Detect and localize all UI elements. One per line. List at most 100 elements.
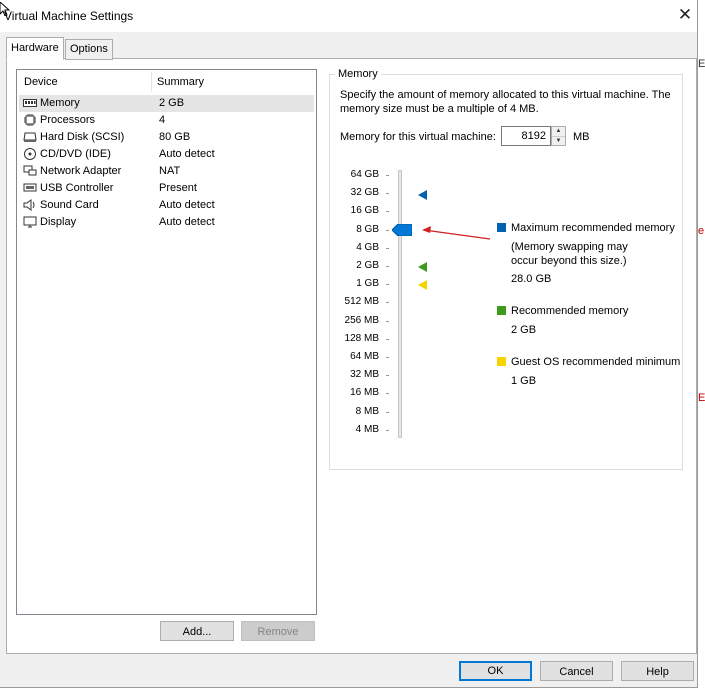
device-list[interactable]: Device Summary Memory 2 GB Processors 4 (16, 69, 317, 615)
guest-minimum-marker-icon (418, 280, 427, 290)
scale-tick-mark (386, 375, 389, 377)
background-window-fragment: E (698, 392, 705, 404)
scale-tick-mark (386, 357, 389, 358)
guest-minimum-swatch (497, 357, 506, 366)
device-name: USB Controller (40, 182, 114, 194)
max-recommended-note-1: (Memory swapping may (511, 241, 628, 253)
scale-tick-mark (386, 338, 389, 340)
device-summary: Present (159, 182, 197, 194)
device-row-display[interactable]: Display Auto detect (19, 214, 314, 231)
close-icon[interactable]: ✕ (674, 3, 696, 27)
scale-tick-label: 32 GB (350, 187, 379, 199)
background-window-fragment: e (698, 225, 705, 237)
scale-tick-mark (386, 393, 389, 395)
device-name: Sound Card (40, 199, 99, 211)
scale-tick-mark (386, 302, 389, 304)
max-recommended-note-2: occur beyond this size.) (511, 255, 627, 267)
scale-tick-label: 256 MB (344, 314, 379, 326)
max-recommended-value: 28.0 GB (511, 273, 552, 285)
device-row-network-adapter[interactable]: Network Adapter NAT (19, 163, 314, 180)
scale-tick-mark (386, 175, 389, 176)
spin-down-icon[interactable]: ▼ (552, 136, 565, 146)
memory-group-title: Memory (335, 68, 381, 80)
help-button[interactable]: Help (621, 661, 694, 681)
sound-card-icon (23, 199, 35, 211)
scale-tick-label: 8 MB (355, 405, 379, 417)
hard-disk-icon (23, 132, 37, 142)
add-device-button[interactable]: Add... (160, 621, 234, 641)
device-row-usb-controller[interactable]: USB Controller Present (19, 180, 314, 197)
device-summary: Auto detect (159, 216, 215, 228)
annotation-arrow-icon (422, 226, 491, 240)
device-column-header[interactable]: Device (24, 76, 58, 88)
device-row-processors[interactable]: Processors 4 (19, 112, 314, 129)
title-bar: Virtual Machine Settings ✕ (0, 0, 697, 32)
tab-hardware[interactable]: Hardware (6, 37, 64, 60)
device-name: Display (40, 216, 77, 228)
cancel-button[interactable]: Cancel (540, 661, 613, 681)
guest-minimum-value: 1 GB (511, 375, 537, 387)
device-summary: Auto detect (159, 199, 215, 211)
recommended-label: Recommended memory (511, 305, 629, 317)
memory-slider-track[interactable] (398, 170, 402, 438)
cd-dvd-icon (24, 148, 36, 160)
device-name: Network Adapter (40, 165, 122, 177)
max-recommended-label: Maximum recommended memory (511, 222, 675, 234)
ok-button[interactable]: OK (459, 661, 532, 681)
scale-tick-label: 128 MB (344, 332, 379, 344)
scale-tick-label: 32 MB (350, 369, 379, 381)
background-window-fragment: E (698, 58, 705, 70)
scale-tick-label: 64 MB (350, 351, 379, 362)
max-recommended-marker-icon (418, 190, 427, 200)
memory-icon (23, 99, 37, 107)
scale-tick-mark (386, 429, 389, 431)
scale-tick-mark (386, 247, 389, 249)
recommended-marker-icon (418, 262, 427, 272)
memory-unit-label: MB (573, 131, 590, 143)
guest-minimum-label: Guest OS recommended minimum (511, 356, 681, 368)
scale-tick-mark (386, 193, 389, 195)
spin-up-icon[interactable]: ▲ (552, 127, 565, 136)
device-row-sound-card[interactable]: Sound Card Auto detect (19, 197, 314, 214)
scale-tick-label: 4 MB (355, 423, 379, 435)
window-title: Virtual Machine Settings (4, 9, 134, 23)
device-row-hard-disk[interactable]: Hard Disk (SCSI) 80 GB (19, 129, 314, 146)
display-icon (23, 216, 37, 228)
max-recommended-swatch (497, 223, 506, 232)
device-name: CD/DVD (IDE) (40, 148, 111, 160)
memory-slider-thumb[interactable] (392, 224, 412, 236)
scale-tick-label: 16 GB (350, 205, 379, 217)
scale-tick-label: 4 GB (356, 241, 379, 253)
device-summary: NAT (159, 165, 181, 177)
scale-tick-mark (386, 284, 389, 286)
device-name: Memory (40, 97, 80, 109)
scale-tick-mark (386, 411, 389, 413)
device-row-memory[interactable]: Memory 2 GB (19, 95, 314, 112)
column-divider (151, 72, 152, 92)
summary-column-header[interactable]: Summary (157, 76, 204, 88)
memory-size-input[interactable]: 8192 (501, 126, 551, 146)
memory-description: Specify the amount of memory allocated t… (340, 89, 671, 115)
device-row-cd-dvd[interactable]: CD/DVD (IDE) Auto detect (19, 146, 314, 163)
processor-icon (24, 114, 36, 126)
scale-tick-label: 64 GB (350, 169, 379, 180)
device-name: Hard Disk (SCSI) (40, 131, 125, 143)
usb-controller-icon (23, 183, 37, 192)
device-summary: 80 GB (159, 131, 191, 143)
scale-tick-mark (386, 211, 389, 213)
scale-tick-label: 8 GB (356, 223, 379, 235)
recommended-value: 2 GB (511, 324, 537, 336)
memory-field-label: Memory for this virtual machine: (340, 131, 496, 143)
tab-options[interactable]: Options (65, 39, 113, 60)
device-summary: 2 GB (159, 97, 185, 109)
device-summary: Auto detect (159, 148, 215, 160)
scale-tick-mark (386, 320, 389, 322)
device-name: Processors (40, 114, 96, 126)
remove-device-button[interactable]: Remove (241, 621, 315, 641)
scale-tick-mark (386, 266, 389, 267)
settings-window: Virtual Machine Settings ✕ Hardware Opti… (0, 0, 698, 688)
memory-spinner: ▲ ▼ (551, 126, 566, 146)
device-summary: 4 (159, 114, 166, 126)
scale-tick-label: 1 GB (356, 278, 379, 290)
scale-tick-label: 2 GB (356, 260, 379, 271)
